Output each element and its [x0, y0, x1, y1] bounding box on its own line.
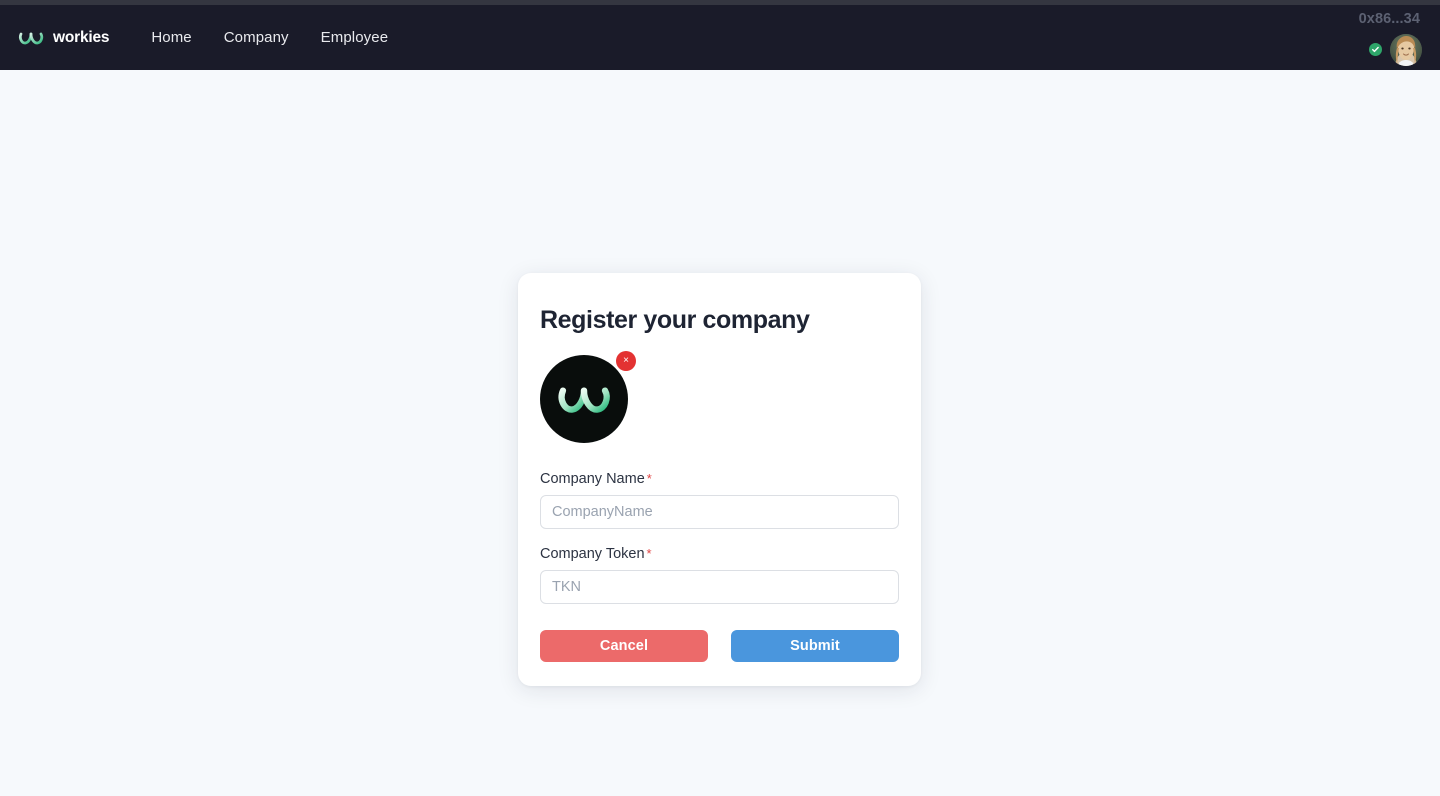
- cancel-button[interactable]: Cancel: [540, 630, 708, 662]
- required-indicator: *: [646, 546, 652, 561]
- nav-link-employee[interactable]: Employee: [321, 29, 389, 46]
- wallet-address-label: 0x86...34: [1358, 11, 1420, 27]
- user-avatar-photo[interactable]: [1390, 33, 1422, 66]
- company-token-label-text: Company Token: [540, 546, 645, 562]
- register-company-card: Register your company × Company Name * C…: [518, 273, 921, 686]
- company-logo-upload[interactable]: ×: [540, 351, 636, 443]
- company-name-label: Company Name *: [540, 471, 899, 487]
- brand-logo-link[interactable]: workies: [18, 28, 110, 48]
- company-token-label: Company Token *: [540, 546, 899, 562]
- field-company-token: Company Token *: [540, 546, 899, 604]
- nav-links: Home Company Employee: [151, 29, 388, 46]
- card-actions: Cancel Submit: [540, 630, 899, 662]
- workies-w-logo-icon: [18, 28, 44, 48]
- company-name-input[interactable]: [540, 495, 899, 529]
- account-area[interactable]: 0x86...34: [1359, 0, 1422, 66]
- company-name-label-text: Company Name: [540, 471, 645, 487]
- company-token-input[interactable]: [540, 570, 899, 604]
- top-navigation-bar: workies Home Company Employee 0x86...34: [0, 5, 1440, 70]
- page-content-area: Register your company × Company Name * C…: [0, 70, 1440, 796]
- brand-name-label: workies: [53, 28, 110, 46]
- nav-link-company[interactable]: Company: [224, 29, 289, 46]
- submit-button[interactable]: Submit: [731, 630, 899, 662]
- workies-w-logo-icon: [556, 378, 612, 420]
- remove-logo-button[interactable]: ×: [616, 351, 636, 371]
- check-circle-icon: [1369, 43, 1382, 56]
- page-title: Register your company: [540, 306, 810, 334]
- company-logo-preview[interactable]: [540, 355, 628, 443]
- account-row: [1369, 33, 1422, 66]
- nav-link-home[interactable]: Home: [151, 29, 191, 46]
- required-indicator: *: [646, 471, 652, 486]
- field-company-name: Company Name *: [540, 471, 899, 529]
